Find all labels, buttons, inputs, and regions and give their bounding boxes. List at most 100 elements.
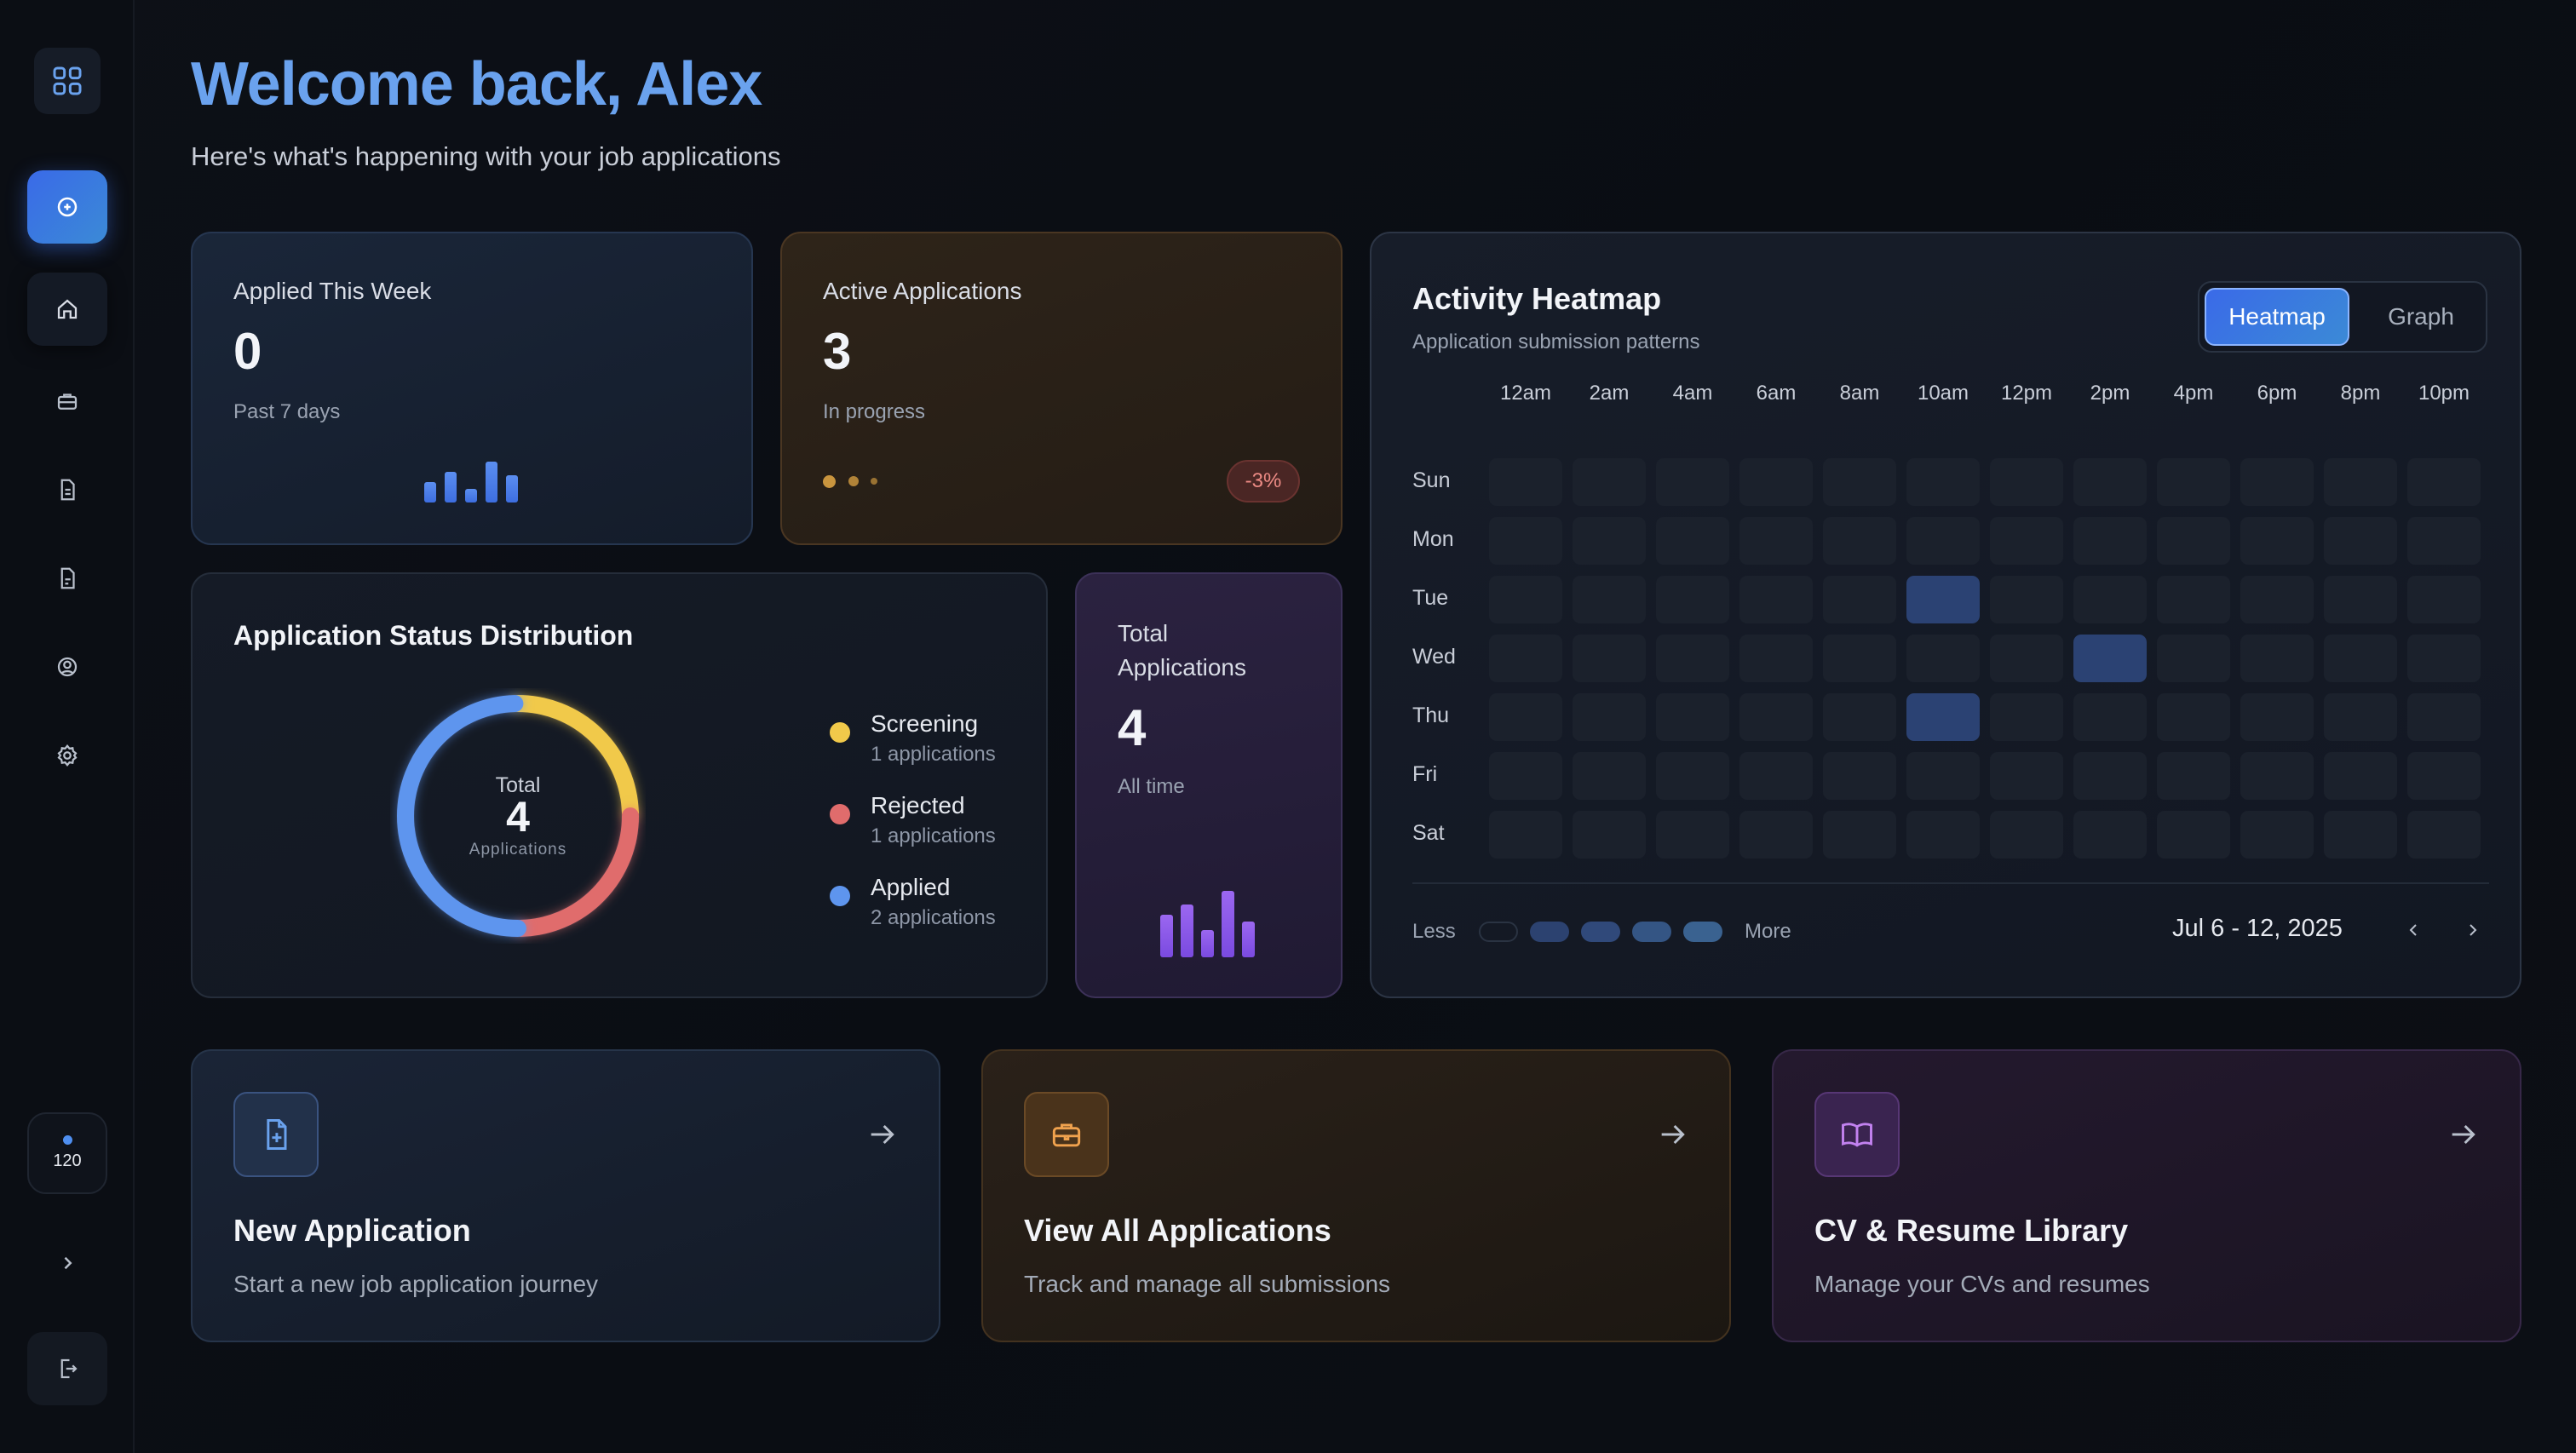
heatmap-cell[interactable]	[1823, 576, 1896, 623]
grid-icon[interactable]	[34, 48, 101, 114]
heatmap-cell[interactable]	[2157, 517, 2230, 565]
heatmap-cell[interactable]	[2407, 635, 2481, 682]
heatmap-cell[interactable]	[1739, 458, 1813, 506]
user-circle-icon[interactable]	[27, 630, 107, 704]
active-applications-card[interactable]: Active Applications 3 In progress -3%	[780, 232, 1343, 545]
prev-week-button[interactable]	[2397, 913, 2431, 947]
heatmap-cell[interactable]	[2240, 635, 2314, 682]
add-circle-icon[interactable]	[27, 170, 107, 244]
heatmap-cell[interactable]	[1656, 635, 1729, 682]
heatmap-cell[interactable]	[2240, 458, 2314, 506]
heatmap-cell[interactable]	[1573, 576, 1646, 623]
heatmap-tab[interactable]: Heatmap	[2205, 288, 2349, 346]
heatmap-cell[interactable]	[1573, 752, 1646, 800]
heatmap-cell[interactable]	[1823, 752, 1896, 800]
heatmap-cell[interactable]	[1906, 458, 1980, 506]
heatmap-cell[interactable]	[1739, 752, 1813, 800]
heatmap-cell[interactable]	[1990, 635, 2063, 682]
heatmap-cell[interactable]	[1906, 576, 1980, 623]
heatmap-cell[interactable]	[2073, 693, 2147, 741]
settings-icon[interactable]	[27, 719, 107, 792]
heatmap-cell[interactable]	[2073, 635, 2147, 682]
heatmap-cell[interactable]	[2407, 811, 2481, 859]
heatmap-cell[interactable]	[1990, 693, 2063, 741]
total-applications-card[interactable]: Total Applications 4 All time	[1075, 572, 1343, 998]
heatmap-cell[interactable]	[1823, 811, 1896, 859]
heatmap-cell[interactable]	[1489, 811, 1562, 859]
heatmap-cell[interactable]	[2407, 576, 2481, 623]
heatmap-cell[interactable]	[1906, 517, 1980, 565]
heatmap-cell[interactable]	[2157, 693, 2230, 741]
heatmap-cell[interactable]	[1906, 635, 1980, 682]
heatmap-cell[interactable]	[1990, 576, 2063, 623]
heatmap-cell[interactable]	[1990, 811, 2063, 859]
heatmap-cell[interactable]	[1489, 752, 1562, 800]
heatmap-cell[interactable]	[2240, 576, 2314, 623]
file-icon[interactable]	[27, 542, 107, 615]
home-icon[interactable]	[27, 273, 107, 346]
heatmap-cell[interactable]	[2324, 517, 2397, 565]
heatmap-cell[interactable]	[1656, 576, 1729, 623]
heatmap-cell[interactable]	[1823, 635, 1896, 682]
document-icon[interactable]	[27, 453, 107, 526]
heatmap-cell[interactable]	[1739, 517, 1813, 565]
applied-week-card[interactable]: Applied This Week 0 Past 7 days	[191, 232, 753, 545]
heatmap-cell[interactable]	[2073, 517, 2147, 565]
heatmap-cell[interactable]	[1489, 693, 1562, 741]
heatmap-cell[interactable]	[1990, 458, 2063, 506]
heatmap-cell[interactable]	[1823, 693, 1896, 741]
heatmap-cell[interactable]	[2240, 693, 2314, 741]
heatmap-cell[interactable]	[2324, 752, 2397, 800]
heatmap-cell[interactable]	[1656, 693, 1729, 741]
logout-icon[interactable]	[27, 1332, 107, 1405]
heatmap-cell[interactable]	[1489, 576, 1562, 623]
heatmap-cell[interactable]	[1573, 693, 1646, 741]
heatmap-cell[interactable]	[1823, 517, 1896, 565]
cv-library-card[interactable]: CV & Resume Library Manage your CVs and …	[1772, 1049, 2521, 1342]
heatmap-cell[interactable]	[2407, 517, 2481, 565]
heatmap-cell[interactable]	[2157, 811, 2230, 859]
heatmap-cell[interactable]	[1656, 458, 1729, 506]
heatmap-cell[interactable]	[2324, 576, 2397, 623]
heatmap-cell[interactable]	[1573, 635, 1646, 682]
heatmap-cell[interactable]	[1990, 752, 2063, 800]
heatmap-cell[interactable]	[1489, 517, 1562, 565]
heatmap-cell[interactable]	[2324, 693, 2397, 741]
new-application-card[interactable]: New Application Start a new job applicat…	[191, 1049, 940, 1342]
heatmap-cell[interactable]	[1656, 752, 1729, 800]
heatmap-cell[interactable]	[2240, 752, 2314, 800]
heatmap-cell[interactable]	[2324, 811, 2397, 859]
heatmap-cell[interactable]	[2324, 458, 2397, 506]
heatmap-cell[interactable]	[2073, 458, 2147, 506]
heatmap-cell[interactable]	[1823, 458, 1896, 506]
heatmap-cell[interactable]	[1573, 811, 1646, 859]
heatmap-cell[interactable]	[2324, 635, 2397, 682]
heatmap-cell[interactable]	[1906, 752, 1980, 800]
notification-badge[interactable]: 120	[27, 1112, 107, 1194]
heatmap-cell[interactable]	[1906, 811, 1980, 859]
graph-tab[interactable]: Graph	[2361, 288, 2481, 346]
view-applications-card[interactable]: View All Applications Track and manage a…	[981, 1049, 1731, 1342]
heatmap-cell[interactable]	[1573, 458, 1646, 506]
heatmap-cell[interactable]	[1739, 635, 1813, 682]
heatmap-cell[interactable]	[2157, 752, 2230, 800]
heatmap-cell[interactable]	[2240, 811, 2314, 859]
heatmap-cell[interactable]	[1906, 693, 1980, 741]
heatmap-cell[interactable]	[1739, 811, 1813, 859]
heatmap-cell[interactable]	[2407, 752, 2481, 800]
heatmap-cell[interactable]	[2240, 517, 2314, 565]
heatmap-cell[interactable]	[2073, 752, 2147, 800]
heatmap-cell[interactable]	[1656, 517, 1729, 565]
heatmap-cell[interactable]	[2157, 635, 2230, 682]
heatmap-cell[interactable]	[2157, 576, 2230, 623]
briefcase-icon[interactable]	[27, 365, 107, 438]
heatmap-cell[interactable]	[1656, 811, 1729, 859]
heatmap-cell[interactable]	[1489, 458, 1562, 506]
heatmap-cell[interactable]	[2407, 458, 2481, 506]
heatmap-cell[interactable]	[2157, 458, 2230, 506]
heatmap-cell[interactable]	[1990, 517, 2063, 565]
heatmap-cell[interactable]	[1739, 693, 1813, 741]
heatmap-cell[interactable]	[2073, 811, 2147, 859]
heatmap-cell[interactable]	[1489, 635, 1562, 682]
heatmap-cell[interactable]	[1573, 517, 1646, 565]
